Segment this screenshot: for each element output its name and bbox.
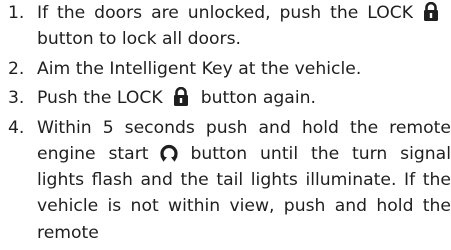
lock-icon	[423, 2, 439, 21]
step-number: 2.	[8, 58, 25, 79]
step-text-before: If the doors are unlocked, push the LOCK	[37, 3, 413, 23]
step-text: If the doors are unlocked, push the LOCK…	[37, 0, 451, 52]
step-4: 4. Within 5 seconds push and hold the re…	[0, 115, 451, 246]
step-number: 4.	[8, 117, 25, 138]
step-number: 3.	[8, 88, 25, 109]
step-3: 3. Push the LOCK button again.	[0, 85, 451, 111]
step-text: Within 5 seconds push and hold the remot…	[37, 115, 451, 246]
step-1: 1. If the doors are unlocked, push the L…	[0, 0, 451, 52]
step-2: 2. Aim the Intelligent Key at the vehicl…	[0, 56, 451, 82]
step-text-after: button again.	[200, 88, 316, 109]
step-text-after: button to lock all doors.	[37, 29, 242, 50]
instruction-steps: 1. If the doors are unlocked, push the L…	[0, 0, 451, 249]
step-text: Push the LOCK button again.	[37, 85, 451, 111]
lock-icon	[173, 87, 189, 107]
step-number: 1.	[8, 3, 25, 23]
remote-engine-start-icon	[159, 144, 179, 162]
step-text: Aim the Intelligent Key at the vehicle.	[37, 58, 362, 79]
step-text-before: Push the LOCK	[37, 88, 163, 109]
